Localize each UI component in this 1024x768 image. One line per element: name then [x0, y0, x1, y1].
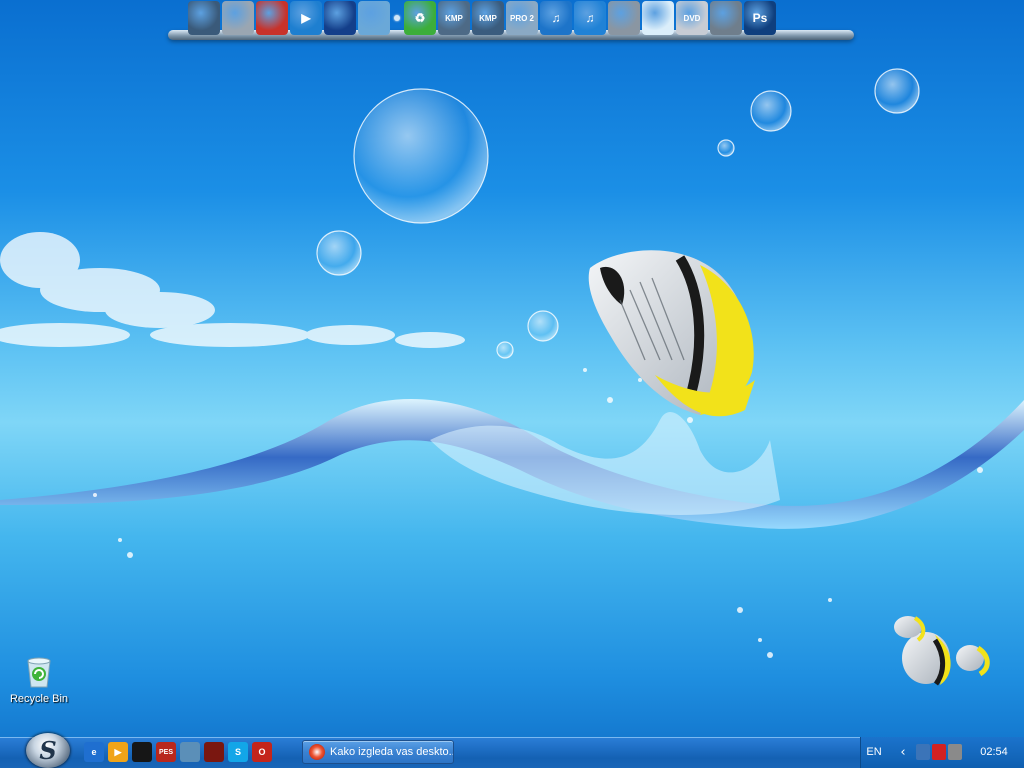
microphone-icon[interactable] — [608, 1, 640, 35]
butterfly-fish-small — [894, 616, 990, 686]
dvd-disc-icon[interactable]: DVD — [676, 1, 708, 35]
water-wave — [0, 368, 1024, 658]
media-player-icon[interactable]: ▶ — [108, 742, 128, 762]
cursor-arrow-icon[interactable] — [358, 1, 390, 35]
wallpaper-ocean-fish — [0, 68, 1024, 686]
pacman-app-icon[interactable] — [132, 742, 152, 762]
recycle-bin-icon — [23, 655, 55, 689]
sound-tray-icon[interactable] — [948, 744, 962, 760]
clock: 02:54 — [980, 746, 1008, 758]
pes-game-icon[interactable]: PES — [156, 742, 176, 762]
quick-launch-bar: e ▶ PES S O — [84, 742, 272, 762]
globe-icon[interactable] — [324, 1, 356, 35]
butterfly-fish-large — [588, 250, 755, 417]
red-app-icon[interactable] — [204, 742, 224, 762]
music-note-icon-2[interactable]: ♫ — [574, 1, 606, 35]
language-indicator[interactable]: EN — [862, 744, 886, 760]
media-play-icon[interactable]: ▶ — [290, 1, 322, 35]
skype-icon[interactable]: S — [228, 742, 248, 762]
recycle-bin-desktop-icon[interactable]: Recycle Bin — [4, 655, 74, 705]
recycle-bin-label: Recycle Bin — [9, 693, 69, 705]
taskbar-window-label: Kako izgleda vas deskto... — [330, 746, 453, 758]
opera-window-icon — [309, 744, 325, 760]
monitor-icon[interactable] — [188, 1, 220, 35]
search-pro-icon[interactable]: PRO 2 — [506, 1, 538, 35]
cloud-drive-icon[interactable] — [180, 742, 200, 762]
network-tray-icon[interactable] — [916, 744, 930, 760]
kaspersky-tray-icon[interactable] — [932, 744, 946, 760]
dock-icon-list: ▶ ♻ KMP KMP PRO 2 ♫ ♫ DVD Ps — [188, 0, 776, 36]
show-hidden-icons-chevron-icon[interactable]: ‹ — [896, 744, 910, 760]
opera-browser-icon[interactable]: O — [252, 742, 272, 762]
notebook-icon[interactable] — [222, 1, 254, 35]
dock-separator-dot — [392, 1, 402, 35]
start-button[interactable]: S — [26, 733, 70, 768]
music-note-icon[interactable]: ♫ — [540, 1, 572, 35]
fire-app-icon[interactable] — [256, 1, 288, 35]
ie-browser-icon[interactable]: e — [84, 742, 104, 762]
top-dock: ▶ ♻ KMP KMP PRO 2 ♫ ♫ DVD Ps — [168, 0, 854, 42]
kmp-player-icon-2[interactable]: KMP — [472, 1, 504, 35]
recycle-icon[interactable]: ♻ — [404, 1, 436, 35]
water-wave-icon[interactable] — [642, 1, 674, 35]
tray-icon-list — [916, 744, 962, 760]
kmp-player-icon[interactable]: KMP — [438, 1, 470, 35]
taskbar-window-button[interactable]: Kako izgleda vas deskto... — [302, 740, 454, 764]
desktop: ▶ ♻ KMP KMP PRO 2 ♫ ♫ DVD Ps Recycle Bin S e ▶ PES… — [0, 0, 1024, 768]
hammer-tool-icon[interactable] — [710, 1, 742, 35]
clouds — [0, 232, 465, 348]
photoshop-icon[interactable]: Ps — [744, 1, 776, 35]
